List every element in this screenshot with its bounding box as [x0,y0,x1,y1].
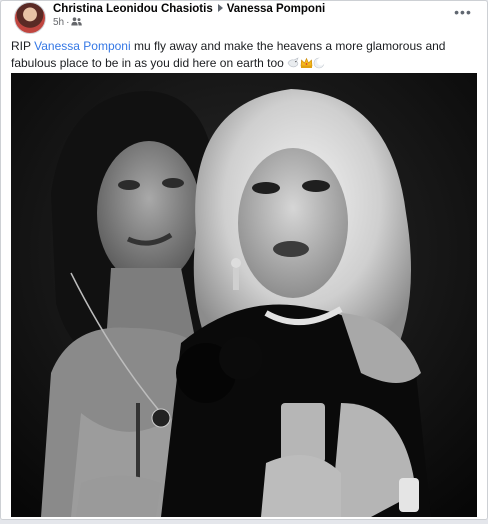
post-text: RIP Vanessa Pomponi mu fly away and make… [11,38,481,74]
arrow-right-icon [217,4,223,13]
friends-icon[interactable] [71,17,83,29]
post-time[interactable]: 5h [53,17,64,28]
more-options-icon[interactable]: ••• [453,3,473,21]
post-photo[interactable] [11,73,477,517]
post-meta: 5h · [53,17,83,29]
mention-link[interactable]: Vanessa Pomponi [34,39,131,53]
target-name[interactable]: Vanessa Pomponi [227,3,325,15]
author-name[interactable]: Christina Leonidou Chasiotis [53,3,213,15]
photo-image [11,73,477,517]
author-avatar[interactable] [14,2,46,34]
post-card: Christina Leonidou Chasiotis Vanessa Pomp… [0,0,488,520]
post-photo-frame [1,71,487,519]
post-header: Christina Leonidou Chasiotis Vanessa Pomp… [1,1,487,35]
meta-separator: · [66,17,70,28]
post-text-before: RIP [11,39,35,53]
post-names: Christina Leonidou Chasiotis Vanessa Pomp… [53,3,325,15]
